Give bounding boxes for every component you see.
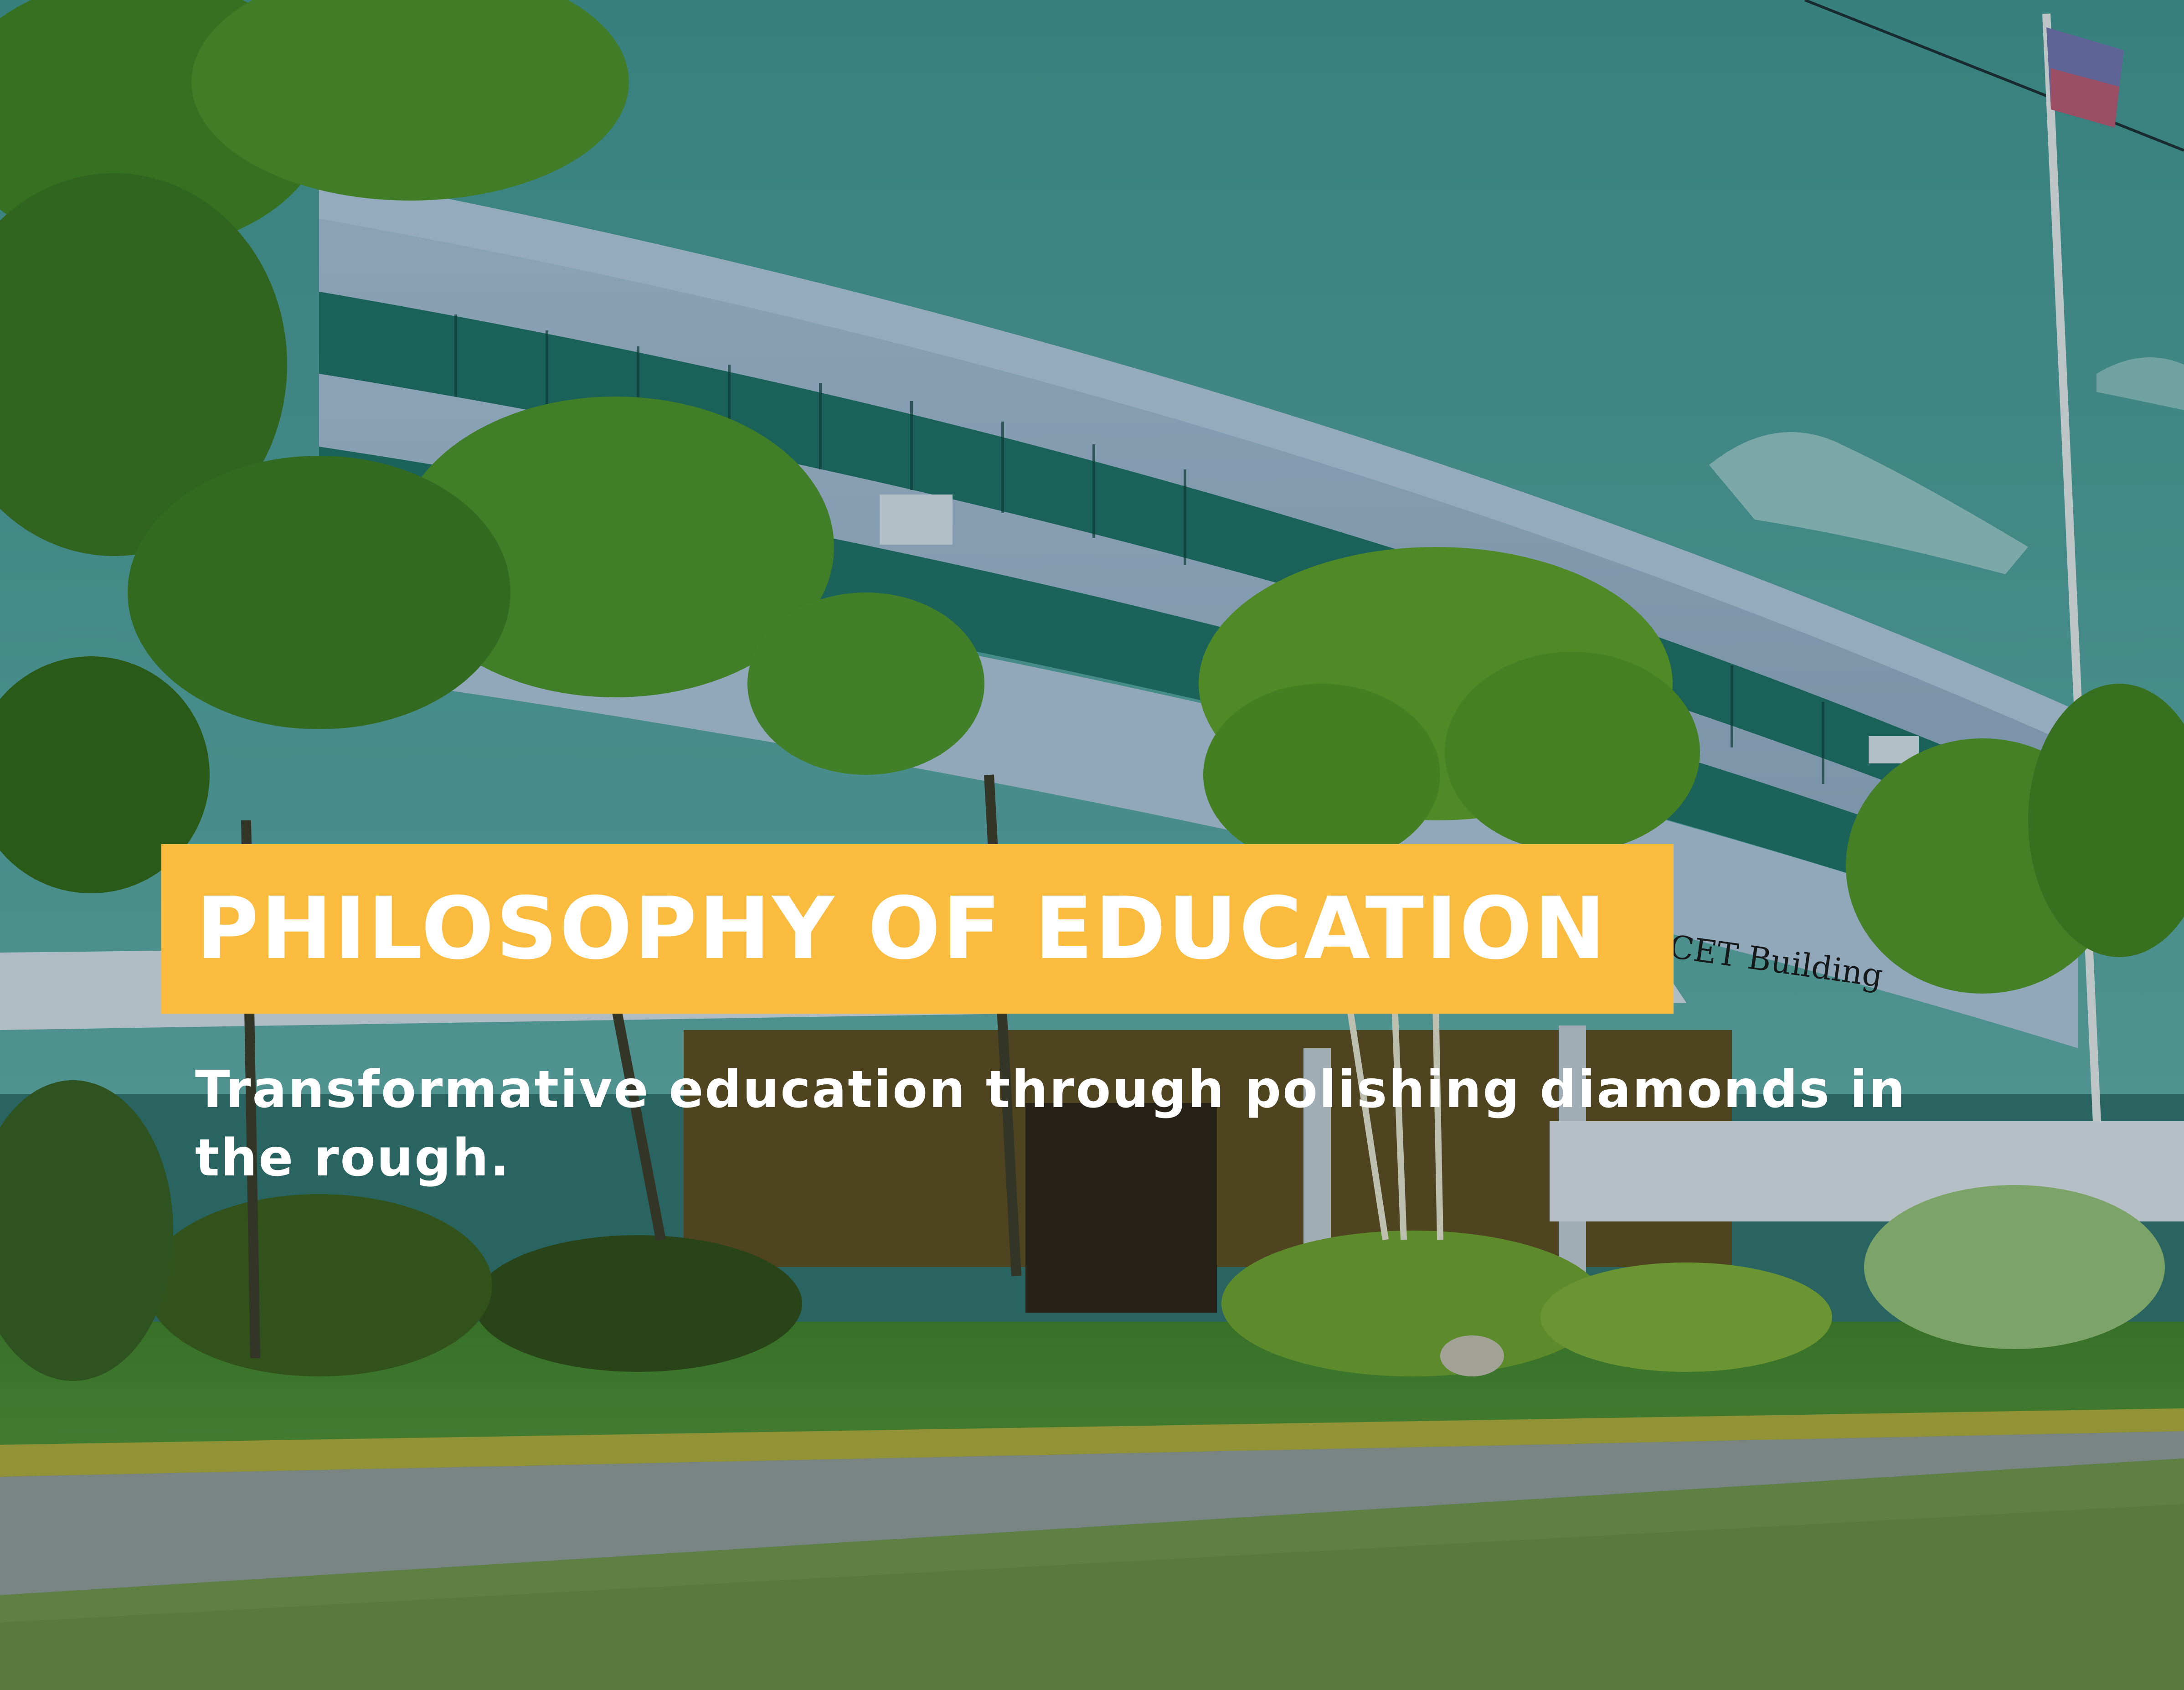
page-title: PHILOSOPHY OF EDUCATION [196, 879, 1607, 979]
slide: CET Building PHILOSOPHY OF EDUCATION Tra… [0, 0, 2184, 1690]
title-banner: PHILOSOPHY OF EDUCATION [161, 844, 1674, 1014]
page-subtitle: Transformative education through polishi… [195, 1060, 1906, 1188]
